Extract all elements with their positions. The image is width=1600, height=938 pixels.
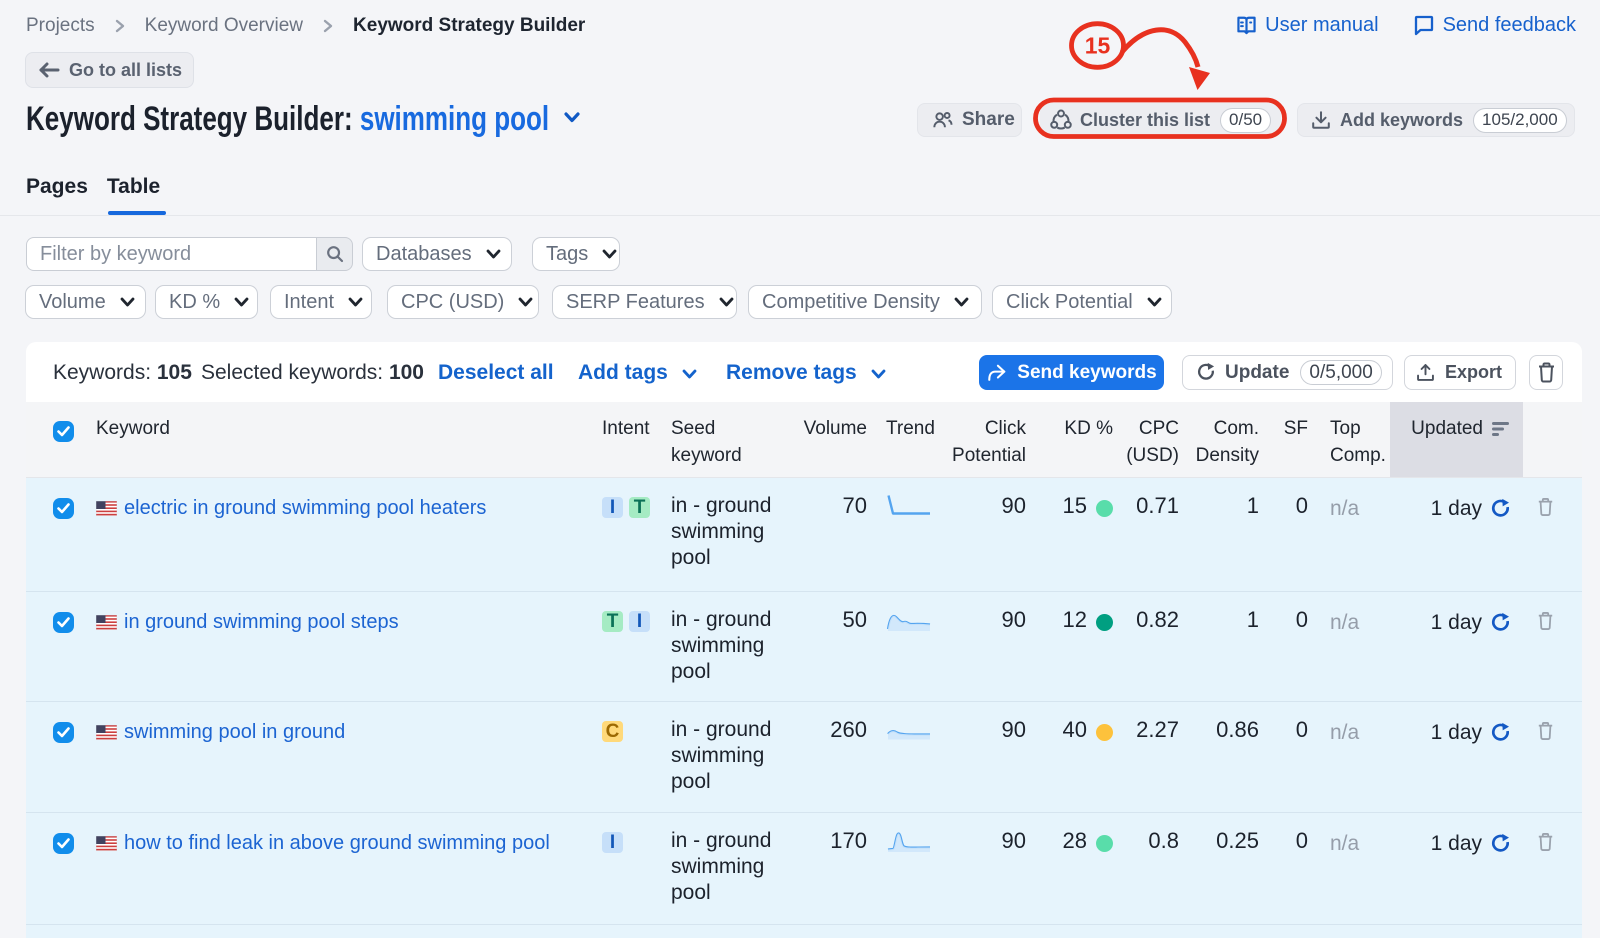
svg-text:15: 15 bbox=[1085, 33, 1111, 59]
